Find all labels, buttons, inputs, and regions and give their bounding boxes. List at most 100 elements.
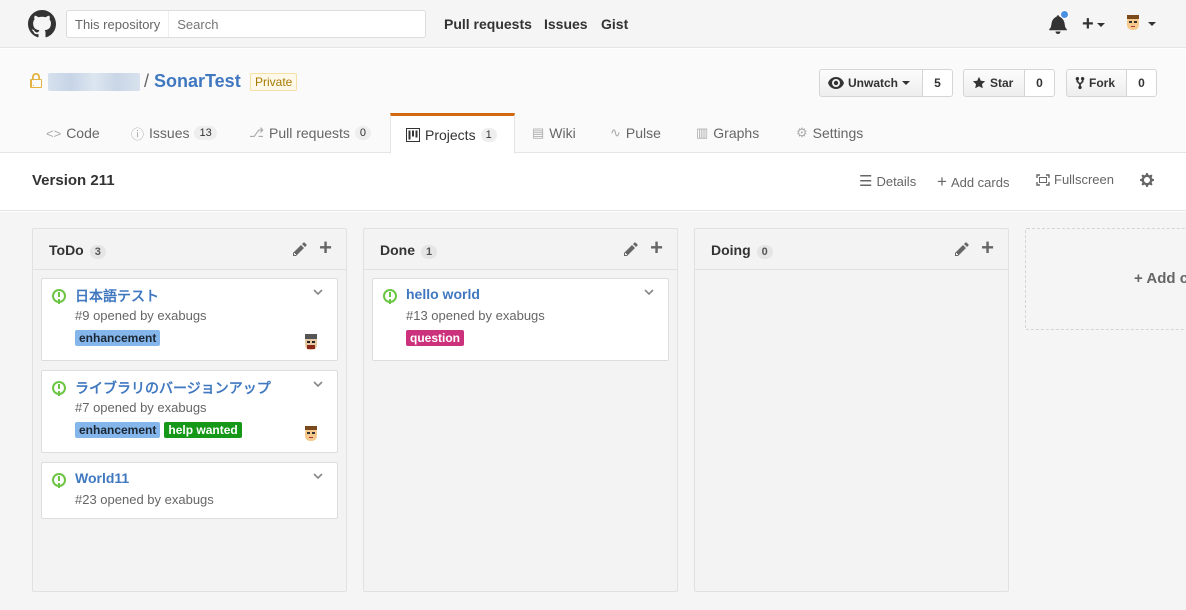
unread-indicator: [1060, 10, 1069, 19]
star-label: Star: [990, 76, 1014, 90]
tab-graphs[interactable]: ▥ Graphs: [686, 113, 769, 153]
fullscreen-icon: [1036, 173, 1050, 186]
tab-settings[interactable]: ⚙ Settings: [786, 113, 873, 153]
tab-label: Wiki: [549, 125, 576, 141]
git-pull-request-icon: ⎇: [249, 125, 264, 140]
nav-gist[interactable]: Gist: [601, 16, 628, 32]
graph-icon: ▥: [696, 125, 709, 140]
card-title[interactable]: World11: [75, 470, 129, 486]
label-enhancement[interactable]: enhancement: [75, 422, 161, 438]
add-cards-button[interactable]: + Add cards: [937, 172, 1009, 192]
fullscreen-label: Fullscreen: [1054, 172, 1114, 187]
label-enhancement[interactable]: enhancement: [75, 330, 161, 346]
issue-opened-icon: [52, 289, 66, 303]
pencil-icon[interactable]: [623, 241, 639, 257]
pencil-icon[interactable]: [292, 241, 308, 257]
tab-count: 0: [354, 126, 372, 140]
chevron-down-icon[interactable]: [313, 471, 323, 481]
nav-issues[interactable]: Issues: [544, 16, 588, 32]
repo-name[interactable]: SonarTest: [154, 71, 241, 92]
card-title[interactable]: 日本語テスト: [75, 286, 159, 306]
fork-button[interactable]: Fork: [1066, 69, 1127, 97]
github-logo-icon[interactable]: [28, 10, 56, 38]
private-badge: Private: [250, 73, 298, 91]
tab-label: Graphs: [713, 125, 760, 141]
assignee-avatar[interactable]: [301, 424, 321, 444]
fork-label: Fork: [1089, 76, 1116, 90]
chevron-down-icon[interactable]: [313, 379, 323, 389]
create-new-dropdown[interactable]: +: [1082, 13, 1105, 36]
add-card-plus-icon[interactable]: +: [650, 235, 663, 261]
add-column-button[interactable]: + Add c: [1025, 228, 1186, 330]
unwatch-button[interactable]: Unwatch: [819, 69, 923, 97]
add-card-plus-icon[interactable]: +: [319, 235, 332, 261]
pencil-icon[interactable]: [954, 241, 970, 257]
user-avatar[interactable]: [1123, 13, 1143, 33]
fullscreen-button[interactable]: Fullscreen: [1036, 172, 1114, 187]
tab-issues[interactable]: ⓘ Issues 13: [121, 113, 227, 153]
column-count: 1: [421, 245, 438, 259]
lock-icon: [30, 73, 42, 88]
top-header: This repository Pull requests Issues Gis…: [0, 0, 1186, 48]
column-header: Done 1 +: [364, 229, 677, 270]
chevron-down-icon[interactable]: [644, 287, 654, 297]
tab-code[interactable]: <> Code: [36, 113, 110, 153]
add-card-plus-icon[interactable]: +: [981, 235, 994, 261]
add-cards-label: Add cards: [950, 174, 1010, 190]
book-icon: ▤: [532, 125, 545, 140]
issue-opened-icon: [52, 381, 66, 395]
label-help-wanted[interactable]: help wanted: [164, 422, 242, 438]
details-button[interactable]: ☰ Details: [859, 172, 916, 190]
star-icon: [972, 76, 986, 89]
card-labels: enhancement help wanted: [75, 422, 242, 438]
details-label: Details: [876, 173, 917, 189]
fork-group: Fork 0: [1066, 69, 1157, 97]
tab-label: Code: [66, 125, 100, 141]
card-labels: enhancement: [75, 330, 161, 346]
column-done: Done 1 + hello world #13 opened by exabug…: [363, 228, 678, 592]
repo-owner[interactable]: [48, 73, 140, 91]
assignee-avatar[interactable]: [301, 332, 321, 352]
issue-card[interactable]: 日本語テスト #9 opened by exabugs enhancement: [41, 278, 338, 361]
issue-card[interactable]: World11 #23 opened by exabugs: [41, 462, 338, 519]
star-group: Star 0: [963, 69, 1055, 97]
tab-count: 13: [194, 126, 217, 140]
star-button[interactable]: Star: [963, 69, 1025, 97]
nav-pull-requests[interactable]: Pull requests: [444, 16, 532, 32]
issue-card[interactable]: ライブラリのバージョンアップ #7 opened by exabugs enha…: [41, 370, 338, 453]
tab-wiki[interactable]: ▤ Wiki: [522, 113, 586, 153]
card-meta: #7 opened by exabugs: [75, 400, 207, 415]
project-board: ToDo 3 + 日本語テスト #9 opened by exabugs enha…: [0, 212, 1186, 610]
tab-count: 1: [480, 127, 497, 142]
tab-pull-requests[interactable]: ⎇ Pull requests 0: [239, 113, 381, 153]
column-title: Done: [380, 242, 415, 258]
tab-pulse[interactable]: ∿ Pulse: [600, 113, 671, 153]
card-title[interactable]: hello world: [406, 286, 480, 302]
project-toolbar: Version 211 ☰ Details + Add cards Fullsc…: [0, 153, 1186, 211]
search-scope: This repository: [67, 11, 170, 37]
avatar-chevron-down-icon[interactable]: [1148, 22, 1156, 26]
chevron-down-icon: [1096, 22, 1105, 27]
column-name: Doing 0: [711, 242, 773, 259]
add-column-label: + Add c: [1134, 270, 1186, 287]
search-box[interactable]: This repository: [66, 10, 426, 38]
card-labels: question: [406, 330, 464, 346]
search-input[interactable]: [169, 16, 410, 32]
star-count[interactable]: 0: [1025, 69, 1055, 97]
tab-projects[interactable]: Projects 1: [390, 113, 515, 154]
issue-card[interactable]: hello world #13 opened by exabugs questi…: [372, 278, 669, 361]
card-title[interactable]: ライブラリのバージョンアップ: [75, 378, 271, 398]
chevron-down-icon[interactable]: [313, 287, 323, 297]
eye-icon: [828, 77, 844, 89]
column-count: 0: [756, 245, 773, 259]
repo-header: / SonarTest Private Unwatch 5 Star 0 For…: [0, 49, 1186, 154]
watch-group: Unwatch 5: [819, 69, 953, 97]
card-meta: #9 opened by exabugs: [75, 308, 207, 323]
fork-count[interactable]: 0: [1127, 69, 1157, 97]
column-todo: ToDo 3 + 日本語テスト #9 opened by exabugs enha…: [32, 228, 347, 592]
repo-tabs: <> Code ⓘ Issues 13 ⎇ Pull requests 0 Project…: [0, 113, 1186, 154]
watch-count[interactable]: 5: [923, 69, 953, 97]
project-settings-gear-icon[interactable]: [1139, 172, 1155, 188]
label-question[interactable]: question: [406, 330, 464, 346]
column-name: Done 1: [380, 242, 438, 259]
